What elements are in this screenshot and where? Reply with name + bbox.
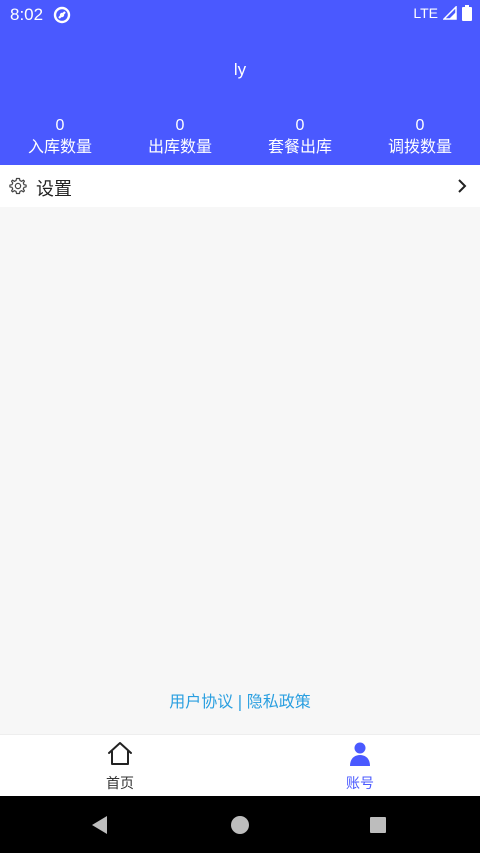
footer-links: 用户协议 | 隐私政策 <box>0 688 480 712</box>
stat-transfer[interactable]: 0 调拨数量 <box>360 117 480 159</box>
stat-label: 出库数量 <box>147 137 212 156</box>
profile-header: 8:02 LTE ly 0 入库数量 0 出库数量 0 套餐出库 0 调拨数量 <box>0 0 480 165</box>
link-separator: | <box>237 692 243 711</box>
recents-icon[interactable] <box>365 812 391 838</box>
tab-account[interactable]: 账号 <box>240 735 480 797</box>
stat-label: 调拨数量 <box>387 137 452 156</box>
battery-icon <box>462 5 472 21</box>
back-icon[interactable] <box>87 812 113 838</box>
chevron-right-icon <box>458 179 467 193</box>
stat-value: 0 <box>175 117 185 134</box>
stat-value: 0 <box>55 117 65 134</box>
android-nav-bar <box>0 796 480 853</box>
stat-label: 入库数量 <box>27 137 92 156</box>
tab-home-label: 首页 <box>106 776 134 792</box>
username: ly <box>233 60 247 79</box>
stat-value: 0 <box>295 117 305 134</box>
app-notification-icon <box>53 6 71 24</box>
stat-package-outbound[interactable]: 0 套餐出库 <box>240 117 360 159</box>
user-agreement-link[interactable]: 用户协议 <box>169 692 233 711</box>
home-button-icon[interactable] <box>227 812 253 838</box>
tab-account-label: 账号 <box>346 776 374 792</box>
status-time: 8:02 <box>10 5 44 24</box>
privacy-policy-link[interactable]: 隐私政策 <box>247 692 311 711</box>
stat-outbound[interactable]: 0 出库数量 <box>120 117 240 159</box>
status-bar: 8:02 LTE <box>0 0 480 30</box>
home-icon <box>108 742 132 765</box>
bottom-tab-bar: 首页 账号 <box>0 734 480 796</box>
stat-label: 套餐出库 <box>267 137 332 156</box>
signal-icon <box>443 6 457 20</box>
stat-inbound[interactable]: 0 入库数量 <box>0 117 120 159</box>
tab-home[interactable]: 首页 <box>0 735 240 797</box>
person-icon <box>350 742 370 766</box>
settings-row[interactable]: 设置 <box>0 165 480 207</box>
stat-value: 0 <box>415 117 425 134</box>
network-type: LTE <box>413 5 438 21</box>
stats-row: 0 入库数量 0 出库数量 0 套餐出库 0 调拨数量 <box>0 117 480 159</box>
gear-icon <box>9 177 27 195</box>
settings-label: 设置 <box>36 179 72 200</box>
content-area <box>0 207 480 734</box>
status-indicators: LTE <box>413 5 472 21</box>
